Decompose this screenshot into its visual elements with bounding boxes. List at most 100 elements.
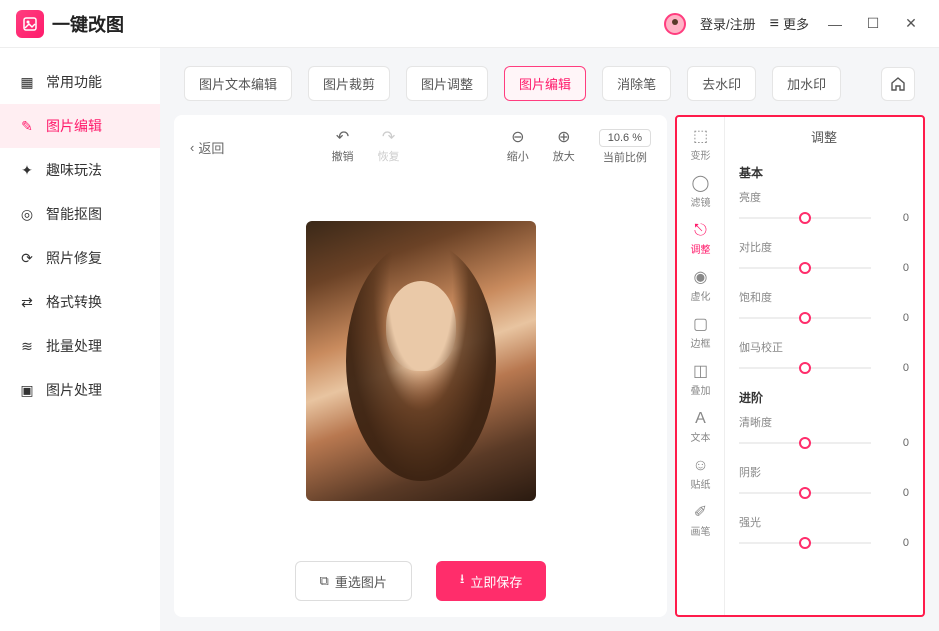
home-icon — [889, 75, 907, 93]
tool-blur[interactable]: ◉虚化 — [677, 264, 724, 309]
tab-add-watermark[interactable]: 加水印 — [772, 66, 841, 101]
sidebar-item-batch[interactable]: ≋ 批量处理 — [0, 324, 160, 368]
sidebar-item-label: 常用功能 — [46, 72, 102, 92]
home-button[interactable] — [881, 67, 915, 101]
tool-brush[interactable]: ✐画笔 — [677, 499, 724, 544]
more-label: 更多 — [783, 14, 809, 33]
slider-gamma: 伽马校正 0 — [739, 339, 909, 375]
login-link[interactable]: 登录/注册 — [700, 14, 756, 33]
brush-icon: ✐ — [694, 505, 707, 521]
app-logo — [16, 10, 44, 38]
slider-knob[interactable] — [799, 537, 811, 549]
tab-edit[interactable]: 图片编辑 — [504, 66, 586, 101]
sidebar-item-cutout[interactable]: ◎ 智能抠图 — [0, 192, 160, 236]
zoom-ratio: 10.6 % 当前比例 — [599, 129, 651, 165]
slider-knob[interactable] — [799, 362, 811, 374]
main-area: 图片文本编辑 图片裁剪 图片调整 图片编辑 消除笔 去水印 加水印 ‹ 返回 — [160, 48, 939, 631]
slider-knob[interactable] — [799, 262, 811, 274]
sidebar-item-label: 图片编辑 — [46, 116, 102, 136]
titlebar: 一键改图 登录/注册 ≡ 更多 — ☐ ✕ — [0, 0, 939, 48]
zoom-in-button[interactable]: ⊕ 放大 — [553, 130, 575, 164]
close-button[interactable]: ✕ — [899, 12, 923, 36]
slider-track[interactable] — [739, 361, 871, 375]
tab-rm-watermark[interactable]: 去水印 — [687, 66, 756, 101]
overlay-icon: ◫ — [693, 364, 708, 380]
slider-knob[interactable] — [799, 312, 811, 324]
group-advanced-title: 进阶 — [739, 389, 909, 406]
image-icon: ▣ — [18, 381, 36, 399]
zoom-value: 10.6 % — [599, 129, 651, 147]
slider-track[interactable] — [739, 261, 871, 275]
sticker-icon: ☺ — [692, 458, 708, 474]
sidebar-item-edit[interactable]: ✎ 图片编辑 — [0, 104, 160, 148]
tool-filter[interactable]: ◯滤镜 — [677, 170, 724, 215]
slider-knob[interactable] — [799, 487, 811, 499]
slider-knob[interactable] — [799, 212, 811, 224]
maximize-button[interactable]: ☐ — [861, 12, 885, 36]
tab-erase[interactable]: 消除笔 — [602, 66, 671, 101]
tab-text-edit[interactable]: 图片文本编辑 — [184, 66, 292, 101]
download-icon: ⭳ — [460, 570, 465, 592]
sidebar-item-repair[interactable]: ⟳ 照片修复 — [0, 236, 160, 280]
blur-icon: ◉ — [694, 270, 708, 286]
sidebar-item-label: 格式转换 — [46, 292, 102, 312]
grid-icon: ▦ — [18, 73, 36, 91]
target-icon: ◎ — [18, 205, 36, 223]
right-panel: ⬚变形 ◯滤镜 ⎋调整 ◉虚化 ▢边框 ◫叠加 A文本 ☺贴纸 ✐画笔 调整 基… — [675, 115, 925, 617]
edit-icon: ✎ — [18, 117, 36, 135]
transform-icon: ⬚ — [693, 129, 708, 145]
slider-brightness: 亮度 0 — [739, 189, 909, 225]
sidebar-item-fun[interactable]: ✦ 趣味玩法 — [0, 148, 160, 192]
tool-adjust[interactable]: ⎋调整 — [677, 217, 724, 262]
redo-icon: ↷ — [382, 130, 395, 146]
canvas-actions: ⧉ 重选图片 ⭳ 立即保存 — [190, 549, 651, 601]
sidebar-item-common[interactable]: ▦ 常用功能 — [0, 60, 160, 104]
slider-knob[interactable] — [799, 437, 811, 449]
reselect-button[interactable]: ⧉ 重选图片 — [295, 561, 412, 601]
tab-adjust[interactable]: 图片调整 — [406, 66, 488, 101]
tab-crop[interactable]: 图片裁剪 — [308, 66, 390, 101]
photo-preview[interactable] — [306, 221, 536, 501]
text-icon: A — [695, 411, 706, 427]
avatar[interactable] — [664, 13, 686, 35]
sidebar-item-convert[interactable]: ⇄ 格式转换 — [0, 280, 160, 324]
slider-track[interactable] — [739, 211, 871, 225]
app-title: 一键改图 — [52, 11, 124, 37]
zoom-out-button[interactable]: ⊖ 缩小 — [507, 130, 529, 164]
more-button[interactable]: ≡ 更多 — [770, 14, 809, 33]
sidebar-item-label: 批量处理 — [46, 336, 102, 356]
canvas-panel: ‹ 返回 ↶ 撤销 ↷ 恢复 ⊖ 缩小 — [174, 115, 667, 617]
sidebar-item-process[interactable]: ▣ 图片处理 — [0, 368, 160, 412]
adjust-panel: 调整 基本 亮度 0 对比度 0 饱和度 0 伽马校正 — [725, 117, 923, 615]
filter-icon: ◯ — [692, 176, 710, 192]
save-button[interactable]: ⭳ 立即保存 — [436, 561, 547, 601]
slider-saturation: 饱和度 0 — [739, 289, 909, 325]
slider-contrast: 对比度 0 — [739, 239, 909, 275]
border-icon: ▢ — [693, 317, 708, 333]
zoom-out-icon: ⊖ — [511, 130, 524, 146]
sidebar-item-label: 照片修复 — [46, 248, 102, 268]
slider-track[interactable] — [739, 436, 871, 450]
tool-border[interactable]: ▢边框 — [677, 311, 724, 356]
slider-track[interactable] — [739, 486, 871, 500]
image-swap-icon: ⧉ — [320, 573, 329, 589]
tool-text[interactable]: A文本 — [677, 405, 724, 450]
tool-sticker[interactable]: ☺贴纸 — [677, 452, 724, 497]
tool-overlay[interactable]: ◫叠加 — [677, 358, 724, 403]
sidebar: ▦ 常用功能 ✎ 图片编辑 ✦ 趣味玩法 ◎ 智能抠图 ⟳ 照片修复 ⇄ 格式转… — [0, 48, 160, 631]
slider-track[interactable] — [739, 536, 871, 550]
back-button[interactable]: ‹ 返回 — [190, 138, 224, 157]
redo-button[interactable]: ↷ 恢复 — [378, 130, 400, 164]
undo-button[interactable]: ↶ 撤销 — [332, 130, 354, 164]
sparkle-icon: ✦ — [18, 161, 36, 179]
back-label: 返回 — [198, 138, 224, 157]
sidebar-item-label: 图片处理 — [46, 380, 102, 400]
canvas-area — [190, 173, 651, 549]
minimize-button[interactable]: — — [823, 12, 847, 36]
zoom-in-icon: ⊕ — [557, 130, 570, 146]
slider-track[interactable] — [739, 311, 871, 325]
tool-transform[interactable]: ⬚变形 — [677, 123, 724, 168]
tabs-row: 图片文本编辑 图片裁剪 图片调整 图片编辑 消除笔 去水印 加水印 — [174, 62, 925, 105]
stack-icon: ≋ — [18, 337, 36, 355]
undo-icon: ↶ — [336, 130, 349, 146]
